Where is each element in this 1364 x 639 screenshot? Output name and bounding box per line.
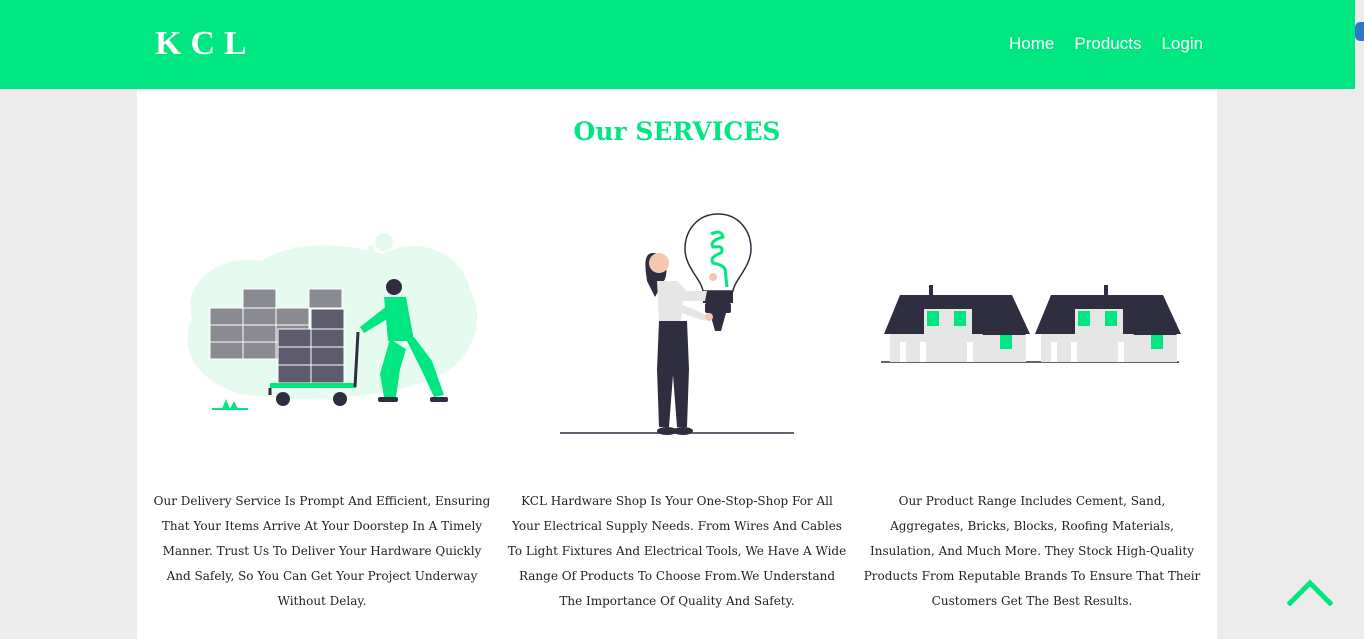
- scrollbar-thumb[interactable]: [1355, 22, 1364, 41]
- nav-link-home[interactable]: Home: [1009, 34, 1054, 54]
- section-title: Our SERVICES: [573, 117, 781, 146]
- delivery-illustration: [187, 233, 478, 410]
- nav-link-login[interactable]: Login: [1161, 34, 1203, 54]
- nav-links: Home Products Login: [1009, 34, 1203, 54]
- chevron-up-icon[interactable]: [1287, 578, 1333, 606]
- service-card-text: KCL Hardware Shop Is Your One-Stop-Shop …: [507, 494, 847, 608]
- service-card-text: Our Product Range Includes Cement, Sand,…: [863, 494, 1201, 608]
- service-card-text: Our Delivery Service Is Prompt And Effic…: [153, 494, 491, 608]
- lightbulb-illustration: [560, 213, 794, 435]
- navbar: KCL Home Products Login: [0, 0, 1355, 89]
- houses-illustration: [881, 285, 1181, 363]
- services-panel: Our SERVICES Our Delivery Service Is Pro…: [137, 89, 1217, 639]
- nav-link-products[interactable]: Products: [1074, 34, 1141, 54]
- brand-logo[interactable]: KCL: [155, 25, 256, 63]
